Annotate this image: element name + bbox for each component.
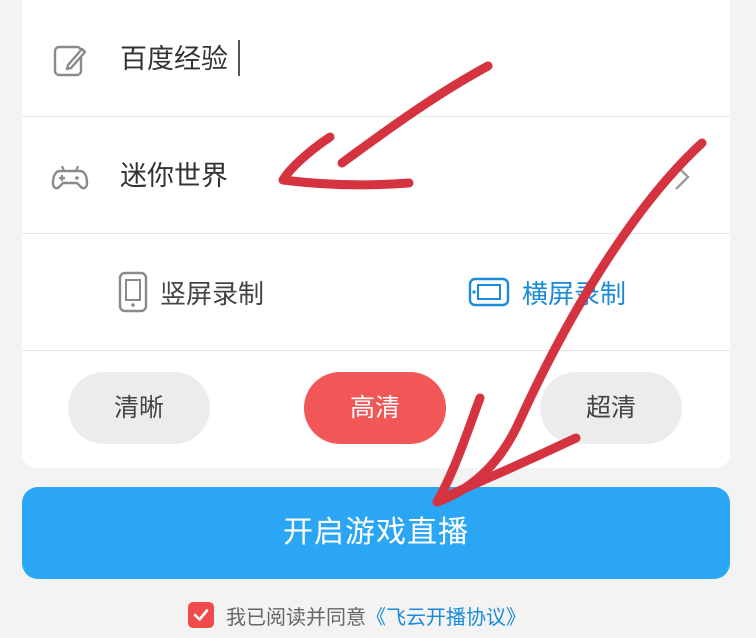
gamepad-icon — [51, 165, 89, 190]
orientation-row: 竖屏录制 横屏录制 — [22, 234, 730, 351]
title-row[interactable]: 百度经验 — [22, 0, 730, 117]
agreement-text: 我已阅读并同意 — [226, 604, 366, 629]
portrait-record-label: 竖屏录制 — [160, 279, 265, 310]
agreement-row: 我已阅读并同意 《飞云开播协议》 — [188, 600, 526, 630]
settings-card: 百度经验 迷你世界 竖屏录制 横屏录制 清晰 高清 超清 — [22, 0, 730, 468]
agreement-link[interactable]: 《飞云开播协议》 — [366, 601, 526, 630]
quality-row: 清晰 高清 超清 — [22, 351, 730, 468]
portrait-record-option[interactable]: 竖屏录制 — [118, 270, 264, 314]
start-live-button[interactable]: 开启游戏直播 — [22, 487, 730, 579]
game-name: 迷你世界 — [120, 161, 228, 192]
landscape-record-label: 横屏录制 — [522, 279, 627, 310]
quality-super-hd-button[interactable]: 超清 — [540, 372, 682, 444]
agree-checkbox[interactable] — [188, 602, 214, 628]
portrait-phone-icon — [118, 271, 148, 313]
text-cursor — [238, 40, 240, 76]
landscape-phone-icon — [468, 277, 510, 307]
game-select-row[interactable]: 迷你世界 — [22, 117, 730, 234]
quality-hd-button[interactable]: 高清 — [304, 372, 446, 444]
quality-clear-button[interactable]: 清晰 — [68, 372, 210, 444]
edit-icon — [53, 45, 87, 77]
title-input[interactable]: 百度经验 — [120, 40, 228, 80]
check-icon — [193, 609, 209, 621]
chevron-right-icon — [675, 164, 690, 190]
landscape-record-option[interactable]: 横屏录制 — [468, 270, 626, 314]
